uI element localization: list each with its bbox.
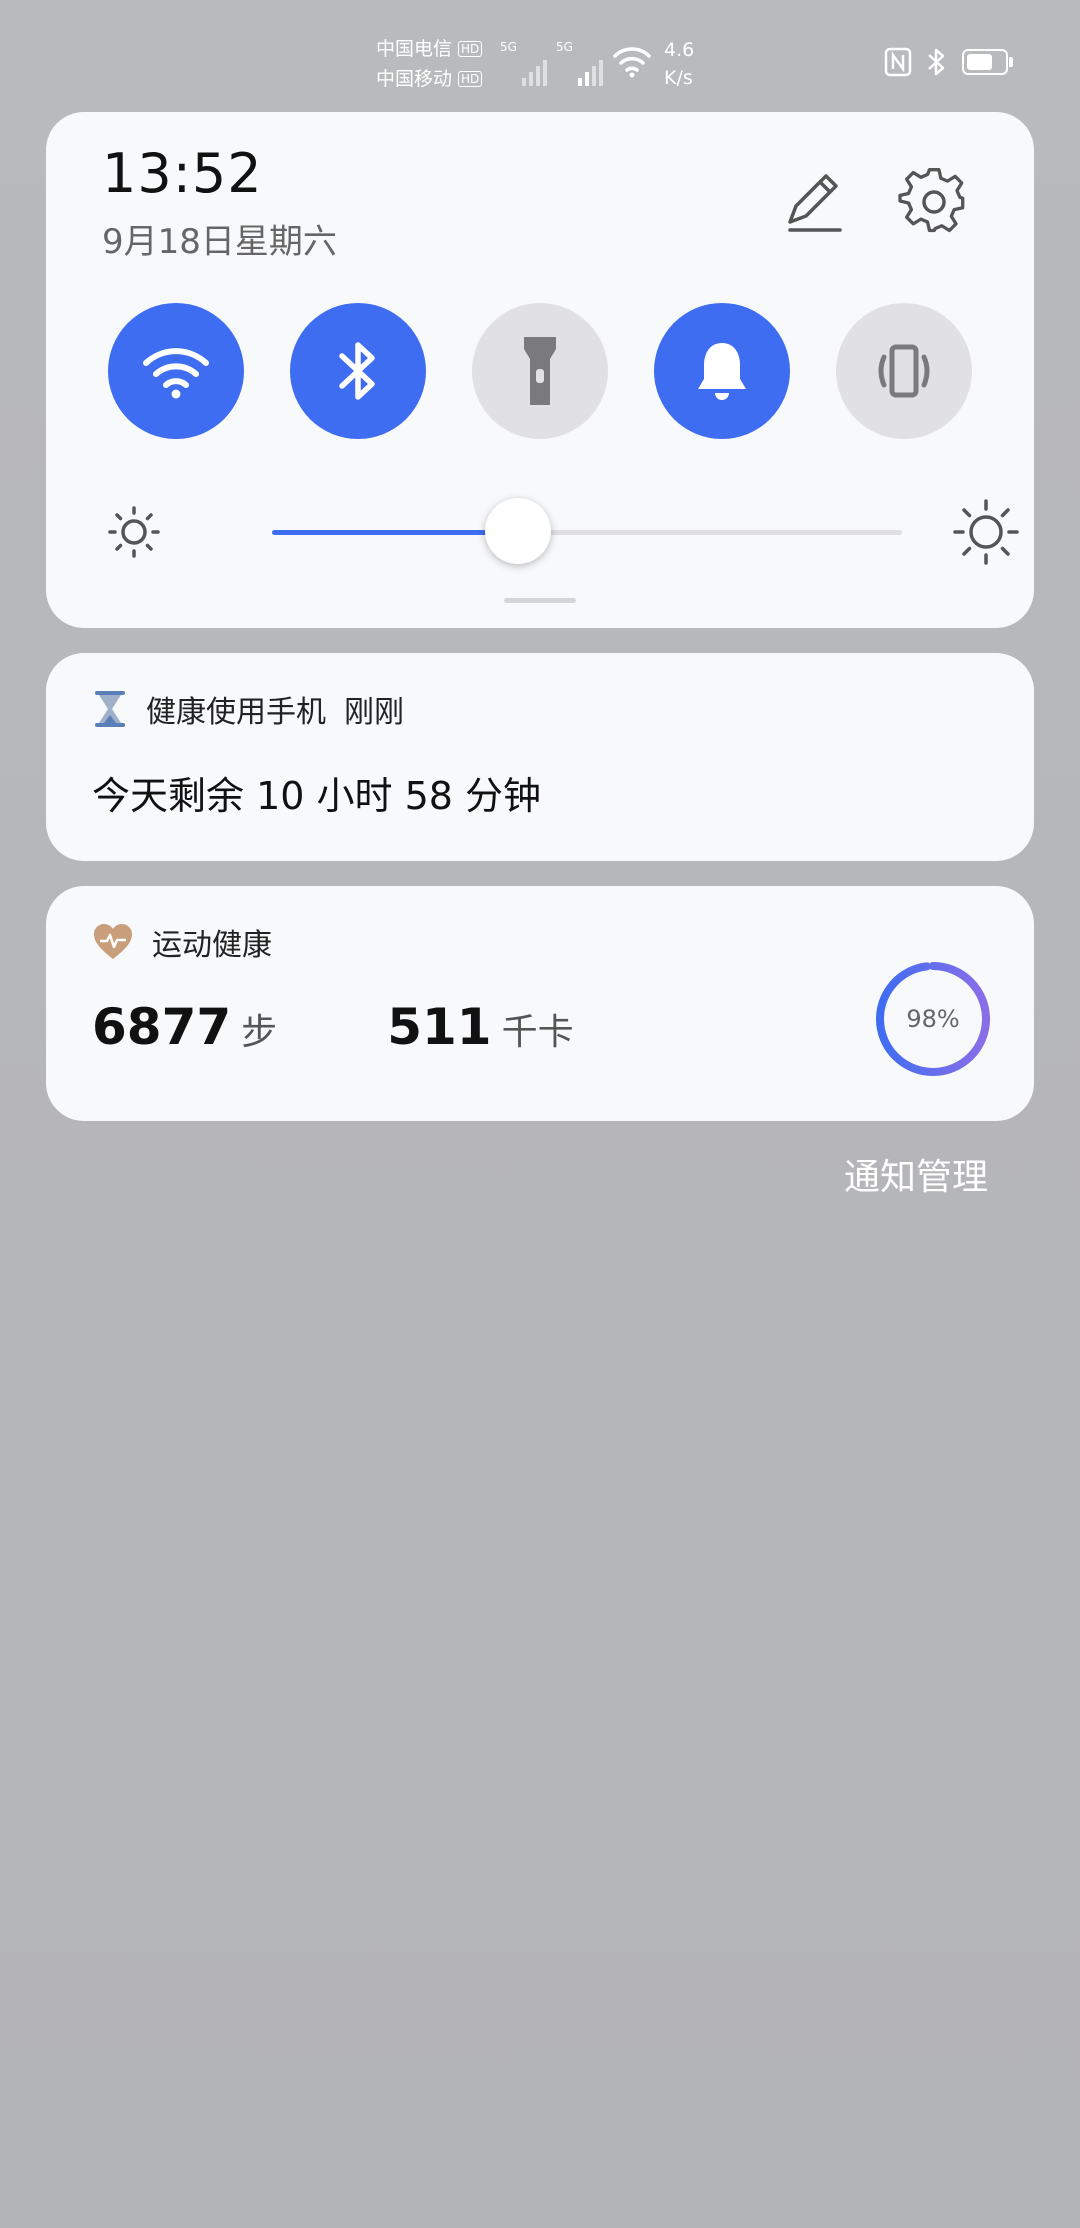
status-bar: 中国电信 HD 中国移动 HD 5G 5G 4.6 K/s bbox=[0, 28, 1080, 98]
settings-gear-icon[interactable] bbox=[898, 166, 970, 238]
flashlight-icon bbox=[524, 337, 556, 405]
notification-sport-health[interactable]: 运动健康 6877 步 511 千卡 98% bbox=[46, 886, 1034, 1121]
notification-app-name: 健康使用手机 bbox=[146, 695, 326, 730]
signal-1-icon: 5G bbox=[500, 40, 547, 86]
network-type: 5G bbox=[500, 40, 517, 54]
bluetooth-icon bbox=[339, 342, 375, 400]
nfc-icon bbox=[884, 47, 912, 77]
steps-value: 6877 bbox=[92, 998, 232, 1056]
edit-icon[interactable] bbox=[774, 166, 846, 238]
notification-management-button[interactable]: 通知管理 bbox=[844, 1148, 988, 1200]
notification-screen-time[interactable]: 健康使用手机 刚刚 今天剩余 10 小时 58 分钟 bbox=[46, 653, 1034, 861]
brightness-slider[interactable] bbox=[272, 498, 902, 564]
hd-badge: HD bbox=[458, 41, 483, 57]
brightness-slider-thumb[interactable] bbox=[484, 498, 551, 564]
network-speed: 4.6 K/s bbox=[664, 36, 694, 92]
wifi-icon bbox=[143, 348, 209, 399]
carrier-2: 中国移动 bbox=[376, 68, 453, 90]
bell-icon bbox=[698, 343, 746, 400]
signal-2-icon: 5G bbox=[556, 40, 603, 86]
bluetooth-icon bbox=[928, 48, 945, 76]
notification-app-name: 运动健康 bbox=[152, 928, 272, 963]
toggle-vibrate[interactable] bbox=[836, 303, 972, 439]
carrier-1: 中国电信 bbox=[376, 38, 453, 60]
notification-body: 今天剩余 10 小时 58 分钟 bbox=[92, 774, 542, 818]
calories-value: 511 bbox=[387, 998, 492, 1056]
notification-header: 健康使用手机 刚刚 bbox=[92, 687, 404, 731]
vibrate-icon bbox=[878, 344, 930, 398]
system-icons bbox=[884, 46, 1013, 78]
brightness-high-icon bbox=[953, 499, 1019, 565]
heart-icon bbox=[94, 924, 132, 959]
activity-stats: 6877 步 511 千卡 bbox=[92, 998, 574, 1056]
panel-drag-handle[interactable] bbox=[504, 598, 576, 603]
calories-unit: 千卡 bbox=[501, 1012, 574, 1053]
toggle-row bbox=[108, 303, 972, 439]
brightness-low-icon bbox=[108, 506, 160, 558]
toggle-wifi[interactable] bbox=[108, 303, 244, 439]
notification-header: 运动健康 bbox=[92, 920, 272, 964]
speed-unit: K/s bbox=[664, 67, 693, 89]
network-type: 5G bbox=[556, 40, 573, 54]
toggle-flashlight[interactable] bbox=[472, 303, 608, 439]
notification-time: 刚刚 bbox=[344, 695, 404, 730]
hd-badge: HD bbox=[458, 71, 483, 87]
wifi-status-icon bbox=[613, 47, 651, 78]
carrier-info: 中国电信 HD 中国移动 HD bbox=[376, 34, 483, 94]
speed-value: 4.6 bbox=[664, 39, 695, 61]
toggle-sound[interactable] bbox=[654, 303, 790, 439]
steps-unit: 步 bbox=[241, 1012, 278, 1053]
clock-date: 9月18日星期六 bbox=[102, 222, 337, 262]
clock-time: 13:52 bbox=[102, 142, 263, 205]
brightness-control bbox=[106, 482, 1019, 582]
goal-progress-label: 98% bbox=[906, 1005, 960, 1033]
hourglass-icon bbox=[95, 691, 125, 727]
battery-icon bbox=[962, 49, 1013, 75]
toggle-bluetooth[interactable] bbox=[290, 303, 426, 439]
quick-settings-panel: 13:52 9月18日星期六 bbox=[46, 112, 1034, 628]
